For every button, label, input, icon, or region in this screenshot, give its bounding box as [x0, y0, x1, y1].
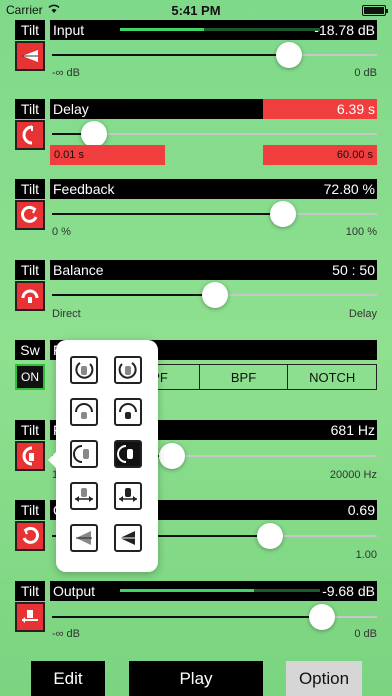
tilt-roll-left-icon — [22, 446, 34, 466]
input-min-label: -∞ dB — [52, 67, 81, 79]
q-value: 0.69 — [347, 502, 375, 518]
tilt-button-q[interactable] — [15, 521, 45, 551]
tilt-label-feedback: Tilt — [15, 179, 45, 199]
delay-name: Delay — [53, 101, 89, 117]
q-name: Q — [53, 502, 64, 518]
tilt-horizontal-icon — [22, 610, 38, 623]
tilt-left-mode-icon[interactable] — [70, 524, 98, 552]
roll-left-mode-icon[interactable] — [70, 440, 98, 468]
tilt-label-q: Tilt — [15, 500, 45, 520]
delay-value: 6.39 s — [336, 101, 375, 117]
rotate-icon — [21, 205, 38, 223]
edit-button[interactable]: Edit — [31, 661, 105, 696]
tilt-button-feedback[interactable] — [15, 200, 45, 230]
feedback-max-label: 100 % — [345, 226, 377, 238]
rotate-cw-mode-icon[interactable] — [114, 356, 142, 384]
q-max-label: 1.00 — [355, 549, 377, 561]
delay-header: Delay 6.39 s — [50, 99, 377, 119]
output-level-meter — [120, 589, 254, 592]
tilt-button-input[interactable] — [15, 41, 45, 71]
output-max-label: 0 dB — [354, 628, 377, 640]
feedback-name: Feedback — [53, 181, 115, 197]
tilt-button-delay[interactable] — [15, 120, 45, 150]
shift-horizontal-mode-icon[interactable] — [70, 482, 98, 510]
feedback-min-label: 0 % — [52, 226, 71, 238]
input-max-label: 0 dB — [354, 67, 377, 79]
feedback-slider[interactable] — [52, 213, 377, 215]
feedback-slider-thumb[interactable] — [269, 201, 296, 227]
balance-value: 50 : 50 — [332, 262, 375, 278]
tilt-roll-left-icon — [22, 125, 33, 145]
tilt-button-output[interactable] — [15, 602, 45, 632]
output-min-label: -∞ dB — [52, 628, 81, 640]
balance-name: Balance — [53, 262, 104, 278]
play-button[interactable]: Play — [129, 661, 263, 696]
tilt-left-icon — [22, 50, 38, 62]
feedback-header: Feedback 72.80 % — [50, 179, 377, 199]
input-header: Input -18.78 dB — [50, 20, 377, 40]
input-level-meter — [120, 28, 204, 31]
feedback-value: 72.80 % — [323, 181, 375, 197]
battery-icon — [362, 4, 388, 16]
tab-notch[interactable]: NOTCH — [287, 365, 376, 389]
tilt-forward-mode-icon[interactable] — [70, 398, 98, 426]
rotate-ccw-mode-icon[interactable] — [70, 356, 98, 384]
output-value: -9.68 dB — [322, 583, 375, 599]
tilt-mode-popover — [48, 340, 158, 572]
balance-min-label: Direct — [52, 308, 81, 320]
balance-slider-thumb[interactable] — [201, 282, 228, 308]
frequency-value: 681 Hz — [330, 422, 375, 438]
option-button[interactable]: Option — [286, 661, 362, 696]
tilt-label-output: Tilt — [15, 581, 45, 601]
delay-slider-thumb[interactable] — [81, 121, 108, 147]
frequency-max-label: 20000 Hz — [329, 469, 377, 481]
tilt-left-alt-mode-icon[interactable] — [114, 524, 142, 552]
output-name: Output — [53, 583, 96, 599]
filter-name: F — [53, 342, 62, 358]
tilt-arc-icon — [21, 289, 39, 303]
balance-header: Balance 50 : 50 — [50, 260, 377, 280]
tilt-button-frequency[interactable] — [15, 441, 45, 471]
input-slider-thumb[interactable] — [276, 42, 303, 68]
tilt-label-input: Tilt — [15, 20, 45, 40]
roll-right-mode-icon[interactable] — [114, 440, 142, 468]
input-name: Input — [53, 22, 85, 38]
frequency-slider-thumb[interactable] — [159, 443, 186, 469]
output-header: Output -9.68 dB — [50, 581, 377, 601]
shift-horizontal-alt-mode-icon[interactable] — [114, 482, 142, 510]
input-value: -18.78 dB — [314, 22, 375, 38]
q-slider-thumb[interactable] — [256, 523, 283, 549]
tab-bpf[interactable]: BPF — [198, 365, 288, 389]
status-bar: Carrier 5:41 PM — [0, 0, 392, 20]
status-time: 5:41 PM — [171, 2, 221, 18]
output-slider-thumb[interactable] — [308, 604, 335, 630]
tilt-label-balance: Tilt — [15, 260, 45, 280]
tilt-back-mode-icon[interactable] — [114, 398, 142, 426]
rotate-icon — [22, 526, 39, 544]
delay-max-label[interactable]: 60.00 s — [263, 145, 377, 165]
switch-label-filter: Sw — [15, 340, 45, 360]
tilt-button-balance[interactable] — [15, 281, 45, 311]
balance-max-label: Delay — [348, 308, 377, 320]
delay-min-label[interactable]: 0.01 s — [50, 145, 165, 165]
frequency-name: F — [53, 422, 62, 438]
input-slider[interactable] — [52, 54, 377, 56]
tilt-label-delay: Tilt — [15, 99, 45, 119]
tilt-label-frequency: Tilt — [15, 420, 45, 440]
filter-on-button[interactable]: ON — [15, 364, 45, 390]
